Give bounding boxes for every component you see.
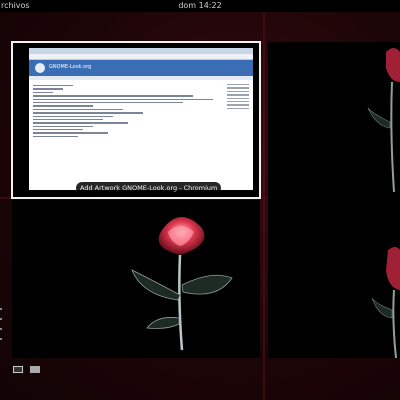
window-caption: Add Artwork GNOME-Look.org - Chromium: [76, 182, 222, 194]
rose-wallpaper: [131, 216, 233, 351]
page-sidebar: [227, 82, 249, 111]
browser-preview: GNOME-Look.org: [29, 48, 253, 190]
rose-wallpaper-partial: [367, 48, 400, 193]
site-title: GNOME-Look.org: [49, 64, 92, 70]
gnome-logo-icon: [35, 63, 45, 73]
left-dash-edge: [0, 300, 3, 348]
site-header: GNOME-Look.org: [29, 60, 253, 76]
top-panel: rchivos dom 14:22: [0, 0, 400, 12]
workspace-thumbnail-3[interactable]: [268, 200, 400, 358]
workspace-thumbnail-main[interactable]: [12, 200, 260, 358]
workspace-thumbnail-2[interactable]: [268, 42, 400, 200]
clock[interactable]: dom 14:22: [0, 0, 400, 12]
workspace-single-icon[interactable]: [30, 366, 41, 373]
rose-wallpaper-partial: [371, 247, 400, 358]
workspace-controls: [13, 358, 42, 377]
workspace-grid-icon[interactable]: [13, 366, 23, 373]
window-thumbnail-chromium[interactable]: GNOME-Look.org: [11, 41, 261, 199]
page-text-block: [29, 80, 253, 142]
